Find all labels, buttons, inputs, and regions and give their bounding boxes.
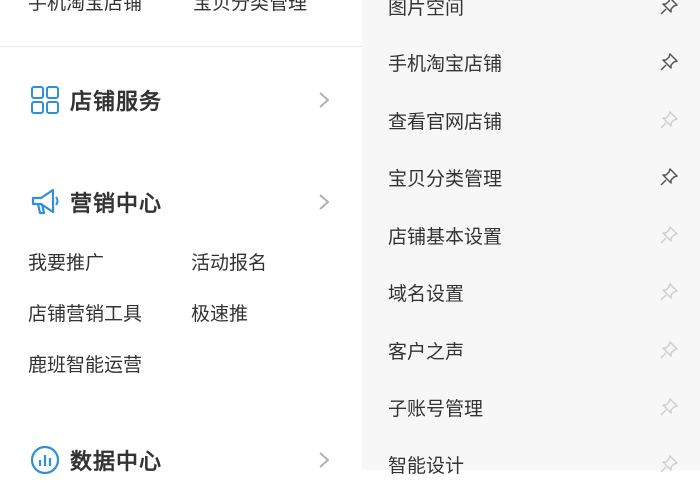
menu-item-subaccount-manage[interactable]: 子账号管理 [388, 387, 688, 427]
section-title: 营销中心 [70, 192, 163, 217]
divider [0, 46, 362, 47]
pin-icon[interactable] [658, 0, 680, 17]
link-express-promote[interactable]: 极速推 [191, 299, 248, 326]
menu-item-domain-settings[interactable]: 域名设置 [388, 272, 688, 312]
shortcut-category-manage[interactable]: 宝贝分类管理 [193, 0, 307, 15]
link-promote[interactable]: 我要推广 [28, 248, 104, 275]
pin-icon[interactable] [658, 224, 680, 246]
menu-item-label: 宝贝分类管理 [388, 167, 503, 190]
pin-icon[interactable] [658, 166, 680, 188]
menu-item-view-official-shop[interactable]: 查看官网店铺 [388, 100, 688, 140]
section-marketing-center[interactable]: 营销中心 [28, 182, 338, 222]
menu-item-label: 图片空间 [388, 0, 465, 19]
link-event-signup[interactable]: 活动报名 [191, 248, 267, 275]
menu-item-label: 智能设计 [388, 454, 465, 477]
menu-item-category-manage[interactable]: 宝贝分类管理 [388, 157, 688, 197]
section-shop-service[interactable]: 店铺服务 [28, 80, 338, 120]
menu-item-label: 查看官网店铺 [388, 110, 503, 133]
megaphone-icon [28, 185, 62, 219]
section-title: 店铺服务 [70, 90, 163, 115]
left-panel: 手机淘宝店铺 宝贝分类管理 店铺服务 营销中心 我要推广 活动报名 店铺营销工具… [0, 0, 362, 475]
chevron-right-icon[interactable] [312, 88, 336, 112]
chevron-right-icon[interactable] [312, 190, 336, 214]
menu-item-smart-design[interactable]: 智能设计 [388, 444, 688, 484]
link-marketing-tools[interactable]: 店铺营销工具 [28, 299, 142, 326]
menu-item-shop-settings[interactable]: 店铺基本设置 [388, 215, 688, 255]
section-title: 数据中心 [70, 450, 163, 475]
menu-item-mobile-shop[interactable]: 手机淘宝店铺 [388, 42, 688, 82]
link-luban-ops[interactable]: 鹿班智能运营 [28, 350, 142, 377]
menu-item-label: 客户之声 [388, 340, 465, 363]
menu-item-label: 域名设置 [388, 282, 465, 305]
pin-icon[interactable] [658, 109, 680, 131]
chevron-right-icon[interactable] [312, 448, 336, 472]
menu-item-customer-voice[interactable]: 客户之声 [388, 330, 688, 370]
shortcut-mobile-shop[interactable]: 手机淘宝店铺 [28, 0, 142, 15]
menu-item-image-space[interactable]: 图片空间 [388, 0, 688, 26]
chart-icon [28, 443, 62, 477]
pin-icon[interactable] [658, 281, 680, 303]
pin-icon[interactable] [658, 51, 680, 73]
pin-icon[interactable] [658, 453, 680, 475]
menu-item-label: 子账号管理 [388, 397, 484, 420]
grid-icon [28, 83, 62, 117]
section-data-center[interactable]: 数据中心 [28, 440, 338, 480]
pin-icon[interactable] [658, 396, 680, 418]
menu-item-label: 手机淘宝店铺 [388, 52, 503, 75]
pin-icon[interactable] [658, 339, 680, 361]
menu-item-label: 店铺基本设置 [388, 225, 503, 248]
